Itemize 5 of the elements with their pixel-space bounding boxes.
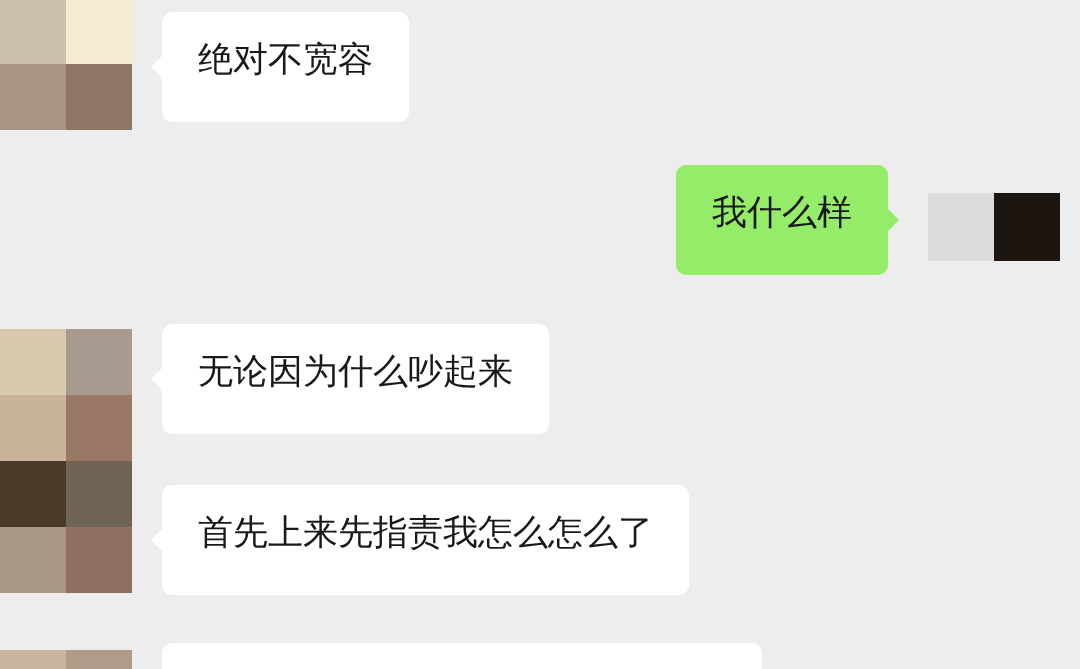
avatar[interactable] xyxy=(928,193,1060,261)
message-bubble: 绝对不宽容 xyxy=(162,12,409,122)
message-bubble: 我什么样 xyxy=(676,165,888,275)
message-bubble: 无论因为什么吵起来 xyxy=(162,324,549,434)
message-bubble: 首先上来先指责我怎么怎么了 xyxy=(162,485,689,595)
